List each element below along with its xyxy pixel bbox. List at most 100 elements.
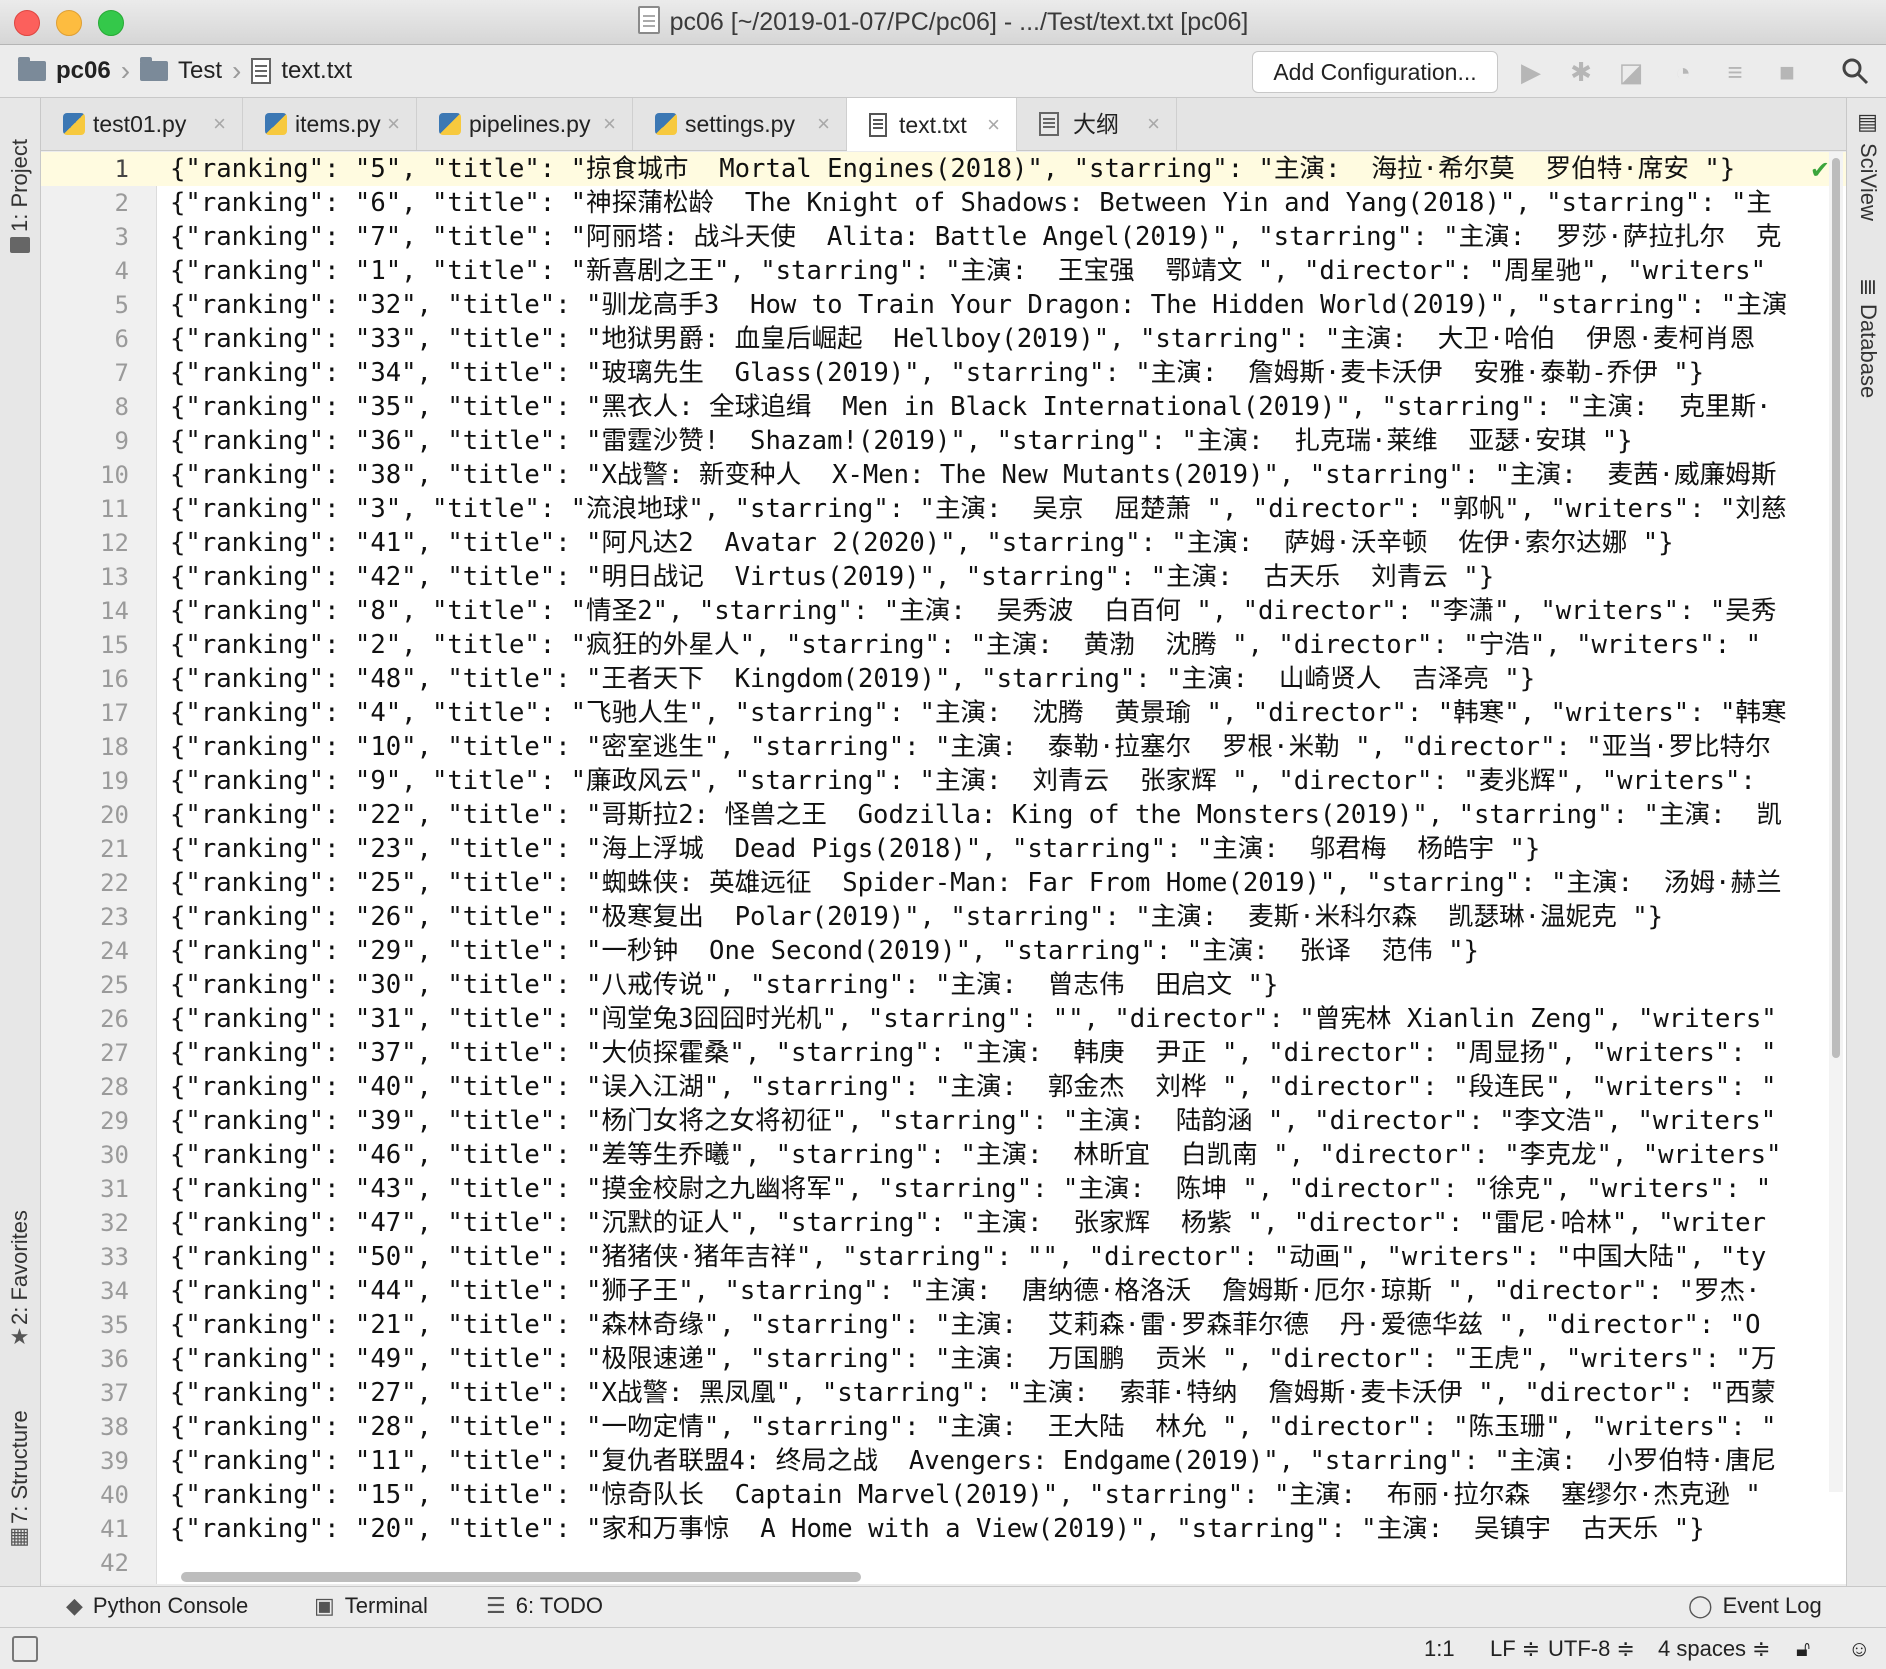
code-text[interactable]: {"ranking": "47", "title": "沉默的证人", "sta… — [170, 1206, 1766, 1240]
code-line[interactable]: 34 {"ranking": "44", "title": "狮子王", "sta… — [41, 1274, 1846, 1308]
breadcrumb-project[interactable]: pc06 — [56, 57, 111, 85]
code-text[interactable]: {"ranking": "26", "title": "极寒复出 Polar(2… — [170, 900, 1663, 934]
code-text[interactable]: {"ranking": "7", "title": "阿丽塔: 战斗天使 Ali… — [170, 220, 1781, 254]
stop-icon[interactable]: ■ — [1772, 57, 1802, 87]
code-text[interactable]: {"ranking": "8", "title": "情圣2", "starri… — [170, 594, 1776, 628]
code-text[interactable]: {"ranking": "30", "title": "八戒传说", "star… — [170, 968, 1278, 1002]
code-line[interactable]: 19 {"ranking": "9", "title": "廉政风云", "sta… — [41, 764, 1846, 798]
code-text[interactable]: {"ranking": "40", "title": "误入江湖", "star… — [170, 1070, 1776, 1104]
code-text[interactable]: {"ranking": "2", "title": "疯狂的外星人", "sta… — [170, 628, 1761, 662]
close-icon[interactable]: × — [213, 98, 226, 150]
code-text[interactable]: {"ranking": "34", "title": "玻璃先生 Glass(2… — [170, 356, 1704, 390]
event-log-tab[interactable]: ◯ Event Log — [1688, 1593, 1822, 1619]
code-line[interactable]: 41 {"ranking": "20", "title": "家和万事惊 A Ho… — [41, 1512, 1846, 1546]
code-line[interactable]: 35 {"ranking": "21", "title": "森林奇缘", "st… — [41, 1308, 1846, 1342]
code-line[interactable]: 23 {"ranking": "26", "title": "极寒复出 Polar… — [41, 900, 1846, 934]
code-text[interactable]: {"ranking": "46", "title": "差等生乔曦", "sta… — [170, 1138, 1781, 1172]
close-icon[interactable]: × — [387, 98, 400, 150]
lock-icon[interactable]: 🔓︎ — [1796, 1636, 1810, 1662]
code-line[interactable]: 17 {"ranking": "4", "title": "飞驰人生", "sta… — [41, 696, 1846, 730]
code-line[interactable]: 29 {"ranking": "39", "title": "杨门女将之女将初征"… — [41, 1104, 1846, 1138]
toggle-tool-windows-icon[interactable] — [12, 1636, 38, 1662]
code-text[interactable]: {"ranking": "6", "title": "神探蒲松龄 The Kni… — [170, 186, 1772, 220]
coverage-icon[interactable]: ◪ — [1616, 57, 1646, 87]
code-line[interactable]: 32 {"ranking": "47", "title": "沉默的证人", "s… — [41, 1206, 1846, 1240]
code-text[interactable]: {"ranking": "49", "title": "极限速递", "star… — [170, 1342, 1776, 1376]
code-text[interactable]: {"ranking": "32", "title": "驯龙高手3 How to… — [170, 288, 1787, 322]
code-text[interactable]: {"ranking": "5", "title": "掠食城市 Mortal E… — [170, 152, 1735, 186]
file-encoding[interactable]: UTF-8 ≑ — [1548, 1636, 1635, 1662]
code-line[interactable]: 14 {"ranking": "8", "title": "情圣2", "star… — [41, 594, 1846, 628]
profile-icon[interactable]: ◔ — [1668, 57, 1698, 87]
code-line[interactable]: 33 {"ranking": "50", "title": "猪猪侠·猪年吉祥",… — [41, 1240, 1846, 1274]
code-text[interactable]: {"ranking": "21", "title": "森林奇缘", "star… — [170, 1308, 1761, 1342]
code-editor[interactable]: 1 {"ranking": "5", "title": "掠食城市 Mortal … — [41, 152, 1846, 1584]
code-line[interactable]: 18 {"ranking": "10", "title": "密室逃生", "st… — [41, 730, 1846, 764]
tab-settings-py[interactable]: settings.py × — [633, 98, 847, 150]
favorites-tool-tab[interactable]: ★ 2: Favorites — [2, 1188, 38, 1378]
close-icon[interactable]: × — [1147, 98, 1160, 150]
code-line[interactable]: 11 {"ranking": "3", "title": "流浪地球", "sta… — [41, 492, 1846, 526]
code-line[interactable]: 39 {"ranking": "11", "title": "复仇者联盟4: 终局… — [41, 1444, 1846, 1478]
code-text[interactable]: {"ranking": "25", "title": "蜘蛛侠: 英雄远征 Sp… — [170, 866, 1782, 900]
code-text[interactable]: {"ranking": "27", "title": "X战警: 黑凤凰", "… — [170, 1376, 1776, 1410]
horizontal-scrollbar[interactable] — [181, 1572, 861, 1582]
code-line[interactable]: 3 {"ranking": "7", "title": "阿丽塔: 战斗天使 Al… — [41, 220, 1846, 254]
todo-tab[interactable]: ☰ 6: TODO — [486, 1593, 603, 1619]
code-text[interactable]: {"ranking": "42", "title": "明日战记 Virtus(… — [170, 560, 1494, 594]
code-line[interactable]: 8 {"ranking": "35", "title": "黑衣人: 全球追缉 M… — [41, 390, 1846, 424]
code-text[interactable]: {"ranking": "28", "title": "一吻定情", "star… — [170, 1410, 1776, 1444]
code-line[interactable]: 38 {"ranking": "28", "title": "一吻定情", "st… — [41, 1410, 1846, 1444]
close-icon[interactable]: × — [987, 99, 1000, 151]
database-tool-tab[interactable]: ≣ Database — [1851, 278, 1885, 428]
code-line[interactable]: 21 {"ranking": "23", "title": "海上浮城 Dead … — [41, 832, 1846, 866]
code-line[interactable]: 7 {"ranking": "34", "title": "玻璃先生 Glass(… — [41, 356, 1846, 390]
structure-tool-tab[interactable]: ▦ 7: Structure — [2, 1388, 38, 1578]
code-line[interactable]: 6 {"ranking": "33", "title": "地狱男爵: 血皇后崛起… — [41, 322, 1846, 356]
code-line[interactable]: 24 {"ranking": "29", "title": "一秒钟 One Se… — [41, 934, 1846, 968]
code-text[interactable]: {"ranking": "50", "title": "猪猪侠·猪年吉祥", "… — [170, 1240, 1766, 1274]
code-text[interactable]: {"ranking": "15", "title": "惊奇队长 Captain… — [170, 1478, 1761, 1512]
close-icon[interactable]: × — [603, 98, 616, 150]
python-console-tab[interactable]: ◆ Python Console — [66, 1593, 248, 1619]
code-text[interactable]: {"ranking": "23", "title": "海上浮城 Dead Pi… — [170, 832, 1540, 866]
code-text[interactable]: {"ranking": "35", "title": "黑衣人: 全球追缉 Me… — [170, 390, 1771, 424]
code-line[interactable]: 2 {"ranking": "6", "title": "神探蒲松龄 The Kn… — [41, 186, 1846, 220]
code-text[interactable]: {"ranking": "1", "title": "新喜剧之王", "star… — [170, 254, 1766, 288]
tab-outline[interactable]: 大纲 × — [1017, 98, 1177, 150]
code-line[interactable]: 4 {"ranking": "1", "title": "新喜剧之王", "sta… — [41, 254, 1846, 288]
tab-items-py[interactable]: items.py × — [243, 98, 417, 150]
code-text[interactable]: {"ranking": "43", "title": "摸金校尉之九幽将军", … — [170, 1172, 1771, 1206]
breadcrumb-file[interactable]: text.txt — [281, 57, 352, 85]
terminal-tab[interactable]: ▣ Terminal — [314, 1593, 428, 1619]
code-line[interactable]: 16 {"ranking": "48", "title": "王者天下 Kingd… — [41, 662, 1846, 696]
code-line[interactable]: 27 {"ranking": "37", "title": "大侦探霍桑", "s… — [41, 1036, 1846, 1070]
run-icon[interactable]: ▶ — [1516, 57, 1546, 87]
debug-icon[interactable]: ✱ — [1566, 57, 1596, 87]
breadcrumb-folder[interactable]: Test — [178, 57, 222, 85]
code-text[interactable]: {"ranking": "29", "title": "一秒钟 One Seco… — [170, 934, 1479, 968]
code-text[interactable]: {"ranking": "37", "title": "大侦探霍桑", "sta… — [170, 1036, 1776, 1070]
code-text[interactable]: {"ranking": "39", "title": "杨门女将之女将初征", … — [170, 1104, 1776, 1138]
code-line[interactable]: 15 {"ranking": "2", "title": "疯狂的外星人", "s… — [41, 628, 1846, 662]
code-text[interactable]: {"ranking": "3", "title": "流浪地球", "starr… — [170, 492, 1787, 526]
code-text[interactable]: {"ranking": "38", "title": "X战警: 新变种人 X-… — [170, 458, 1776, 492]
code-text[interactable]: {"ranking": "4", "title": "飞驰人生", "starr… — [170, 696, 1787, 730]
code-line[interactable]: 36 {"ranking": "49", "title": "极限速递", "st… — [41, 1342, 1846, 1376]
code-line[interactable]: 37 {"ranking": "27", "title": "X战警: 黑凤凰",… — [41, 1376, 1846, 1410]
code-line[interactable]: 12 {"ranking": "41", "title": "阿凡达2 Avata… — [41, 526, 1846, 560]
add-configuration-button[interactable]: Add Configuration... — [1252, 51, 1498, 93]
search-icon[interactable] — [1840, 57, 1870, 87]
close-icon[interactable]: × — [817, 98, 830, 150]
sciview-tool-tab[interactable]: ▤ SciView — [1851, 110, 1885, 260]
code-text[interactable]: {"ranking": "41", "title": "阿凡达2 Avatar … — [170, 526, 1674, 560]
code-text[interactable]: {"ranking": "20", "title": "家和万事惊 A Home… — [170, 1512, 1705, 1546]
code-text[interactable]: {"ranking": "48", "title": "王者天下 Kingdom… — [170, 662, 1535, 696]
code-text[interactable]: {"ranking": "44", "title": "狮子王", "starr… — [170, 1274, 1761, 1308]
code-line[interactable]: 9 {"ranking": "36", "title": "雷霆沙赞! Shaza… — [41, 424, 1846, 458]
code-line[interactable]: 1 {"ranking": "5", "title": "掠食城市 Mortal … — [41, 152, 1846, 186]
code-line[interactable]: 40 {"ranking": "15", "title": "惊奇队长 Capta… — [41, 1478, 1846, 1512]
code-line[interactable]: 5 {"ranking": "32", "title": "驯龙高手3 How t… — [41, 288, 1846, 322]
code-text[interactable]: {"ranking": "31", "title": "闯堂兔3囧囧时光机", … — [170, 1002, 1777, 1036]
caret-position[interactable]: 1:1 — [1424, 1636, 1455, 1662]
